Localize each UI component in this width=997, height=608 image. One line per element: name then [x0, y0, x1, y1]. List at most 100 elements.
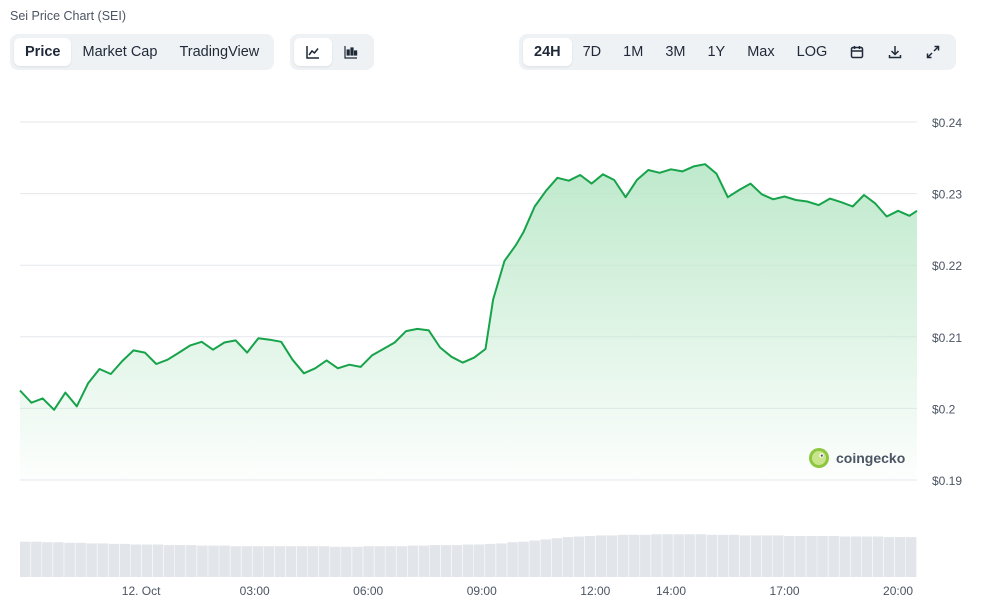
price-chart[interactable]: $0.19 $0.2 $0.21 $0.22 $0.23 $0.24 12. Oct 03:0… — [0, 0, 997, 608]
y-tick-label: $0.22 — [932, 259, 962, 273]
volume-bar — [263, 546, 275, 577]
volume-bar — [319, 546, 330, 577]
volume-bar — [474, 544, 485, 577]
volume-bar — [606, 535, 618, 577]
volume-bar — [584, 536, 596, 577]
volume-bar — [330, 546, 341, 577]
volume-bar — [529, 540, 540, 577]
volume-bar — [285, 546, 297, 577]
volume-bar — [374, 546, 385, 577]
volume-bar — [706, 534, 718, 577]
volume-bar — [750, 535, 762, 577]
volume-bar — [385, 546, 396, 577]
volume-bar — [20, 541, 31, 577]
volume-bar — [640, 534, 651, 577]
volume-bar — [773, 535, 784, 577]
volume-bar — [86, 543, 97, 577]
volume-bar — [152, 544, 164, 577]
volume-bar — [31, 541, 42, 577]
volume-bar — [186, 545, 197, 577]
volume-bar — [717, 534, 729, 577]
volume-bar — [562, 537, 574, 577]
coingecko-watermark: coingecko — [808, 447, 905, 469]
volume-bar — [175, 545, 186, 577]
volume-bar — [739, 535, 751, 577]
volume-bar — [341, 546, 352, 577]
coingecko-logo-icon — [809, 448, 829, 468]
volume-bar — [629, 534, 640, 577]
volume-bar — [883, 537, 895, 577]
volume-bar — [451, 545, 463, 577]
volume-bar — [108, 543, 120, 577]
volume-bar — [463, 544, 474, 577]
volume-bar — [197, 545, 208, 577]
y-tick-label: $0.2 — [932, 402, 956, 416]
y-tick-label: $0.19 — [932, 474, 962, 488]
volume-bar — [662, 534, 673, 577]
x-tick-label: 14:00 — [656, 584, 686, 598]
y-tick-label: $0.23 — [932, 188, 962, 202]
volume-bar — [396, 546, 407, 577]
volume-bar — [595, 535, 607, 577]
volume-bar — [728, 534, 740, 577]
volume-bar — [618, 534, 629, 577]
volume-bar — [130, 544, 142, 577]
volume-bar — [141, 544, 153, 577]
volume-bar — [274, 546, 286, 577]
x-tick-label: 09:00 — [467, 584, 497, 598]
y-tick-label: $0.21 — [932, 331, 962, 345]
volume-bar — [872, 536, 884, 577]
volume-bar — [673, 534, 684, 577]
volume-bar — [518, 541, 529, 577]
volume-bar — [695, 534, 706, 577]
volume-bar — [363, 546, 374, 577]
volume-bar — [540, 539, 551, 577]
volume-bar — [894, 537, 906, 577]
volume-bar — [485, 543, 496, 577]
volume-bar — [684, 534, 695, 577]
x-tick-label: 06:00 — [353, 584, 383, 598]
y-tick-label: $0.24 — [932, 116, 962, 130]
volume-bar — [861, 536, 873, 577]
volume-bar — [53, 542, 64, 577]
volume-bar — [97, 543, 108, 577]
volume-bar — [119, 543, 131, 577]
volume-bar — [64, 542, 75, 577]
volume-bar — [352, 546, 363, 577]
volume-bar — [241, 546, 252, 577]
volume-bar — [573, 536, 585, 577]
volume-bar — [828, 536, 839, 577]
volume-bar — [252, 546, 264, 577]
volume-bar — [219, 545, 230, 577]
volume-bar — [507, 542, 518, 577]
volume-bar — [795, 536, 806, 577]
volume-bar — [651, 534, 662, 577]
volume-bar — [164, 545, 175, 577]
volume-bar — [784, 536, 795, 577]
volume-bar — [418, 545, 430, 577]
x-tick-label: 12. Oct — [122, 584, 161, 598]
volume-bar — [407, 545, 419, 577]
volume-bar — [806, 536, 817, 577]
volume-bar — [440, 545, 452, 577]
price-area — [20, 164, 917, 480]
volume-bar — [551, 538, 563, 577]
x-tick-label: 17:00 — [770, 584, 800, 598]
volume-bar — [429, 545, 441, 577]
x-tick-label: 03:00 — [240, 584, 270, 598]
volume-bar — [75, 542, 86, 577]
volume-bar — [307, 546, 319, 577]
volume-bar — [496, 543, 507, 577]
volume-bar — [905, 537, 917, 577]
watermark-text: coingecko — [836, 450, 906, 466]
volume-bar — [839, 536, 850, 577]
volume-bar — [850, 536, 862, 577]
volume-bar — [817, 536, 828, 577]
volume-bar — [230, 546, 241, 577]
volume-bar — [762, 535, 773, 577]
volume-bar — [42, 542, 53, 577]
x-tick-label: 20:00 — [883, 584, 913, 598]
x-tick-label: 12:00 — [580, 584, 610, 598]
volume-bar — [208, 545, 219, 577]
volume-bar — [296, 546, 308, 577]
